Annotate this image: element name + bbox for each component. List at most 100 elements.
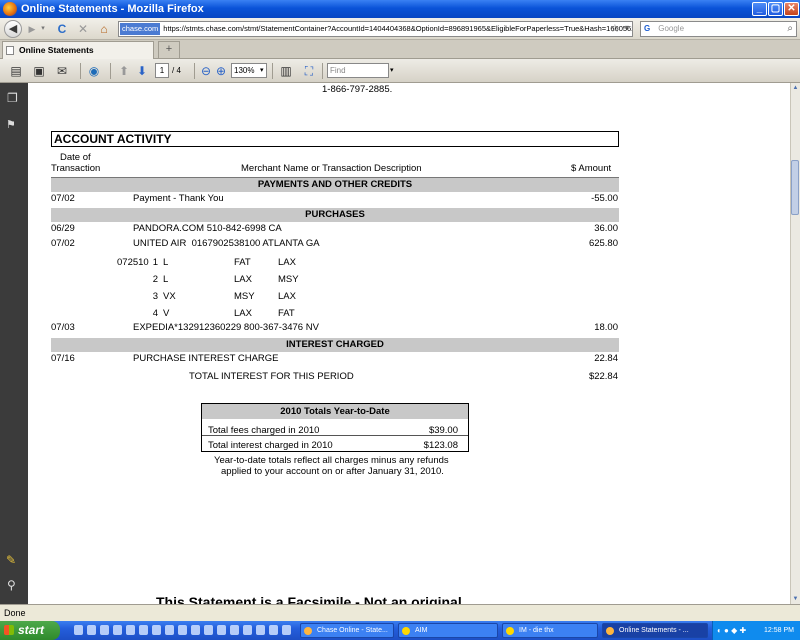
customer-service-phone: 1-866-797-2885. — [322, 84, 393, 95]
quicklaunch-icon[interactable] — [74, 625, 83, 635]
quicklaunch-icon[interactable] — [230, 625, 239, 635]
tab-online-statements[interactable]: Online Statements — [2, 41, 154, 59]
zoom-in-icon[interactable]: ⊕ — [213, 63, 229, 79]
quicklaunch-icon[interactable] — [191, 625, 200, 635]
previous-page-icon[interactable]: ⬆ — [116, 63, 132, 79]
navigation-toolbar: ◀ ▶ ▾ C ✕ ⌂ chase.com https://stmts.chase… — [0, 18, 800, 40]
quicklaunch-icon[interactable] — [139, 625, 148, 635]
flight-leg-number: 4 — [152, 308, 158, 319]
date-header-line2: Transaction — [51, 163, 101, 174]
zoom-dropdown-icon[interactable]: ▾ — [260, 66, 264, 74]
minimize-button[interactable]: _ — [752, 2, 767, 16]
quicklaunch-icon[interactable] — [282, 625, 291, 635]
quicklaunch-icon[interactable] — [269, 625, 278, 635]
share-icon[interactable]: ✉ — [54, 63, 70, 79]
purchase-amount: 18.00 — [594, 322, 618, 333]
total-interest-amount: $22.84 — [588, 371, 618, 382]
status-text: Done — [4, 608, 26, 618]
stop-button[interactable]: ✕ — [75, 21, 91, 37]
find-dropdown-icon[interactable]: ▾ — [390, 66, 394, 74]
quicklaunch-icon[interactable] — [256, 625, 265, 635]
taskbar-item-chase[interactable]: Chase Online - State... — [300, 623, 394, 638]
bookmarks-panel-icon[interactable]: ⚑ — [6, 118, 16, 131]
amount-header: $ Amount — [571, 163, 612, 174]
aim-icon — [402, 627, 410, 635]
quicklaunch-icon[interactable] — [100, 625, 109, 635]
forward-button[interactable]: ▶ — [25, 21, 39, 37]
flight-leg-from: LAX — [234, 274, 252, 285]
taskbar-item-label: Chase Online - State... — [317, 627, 388, 634]
pages-panel-icon[interactable]: ❐ — [7, 91, 18, 105]
firefox-icon — [606, 627, 614, 635]
ytd-note-line1: Year-to-date totals reflect all charges … — [214, 455, 449, 466]
quicklaunch-icon[interactable] — [243, 625, 252, 635]
flight-leg-number: 1 — [152, 257, 158, 268]
quicklaunch-icon[interactable] — [165, 625, 174, 635]
total-interest-label: TOTAL INTEREST FOR THIS PERIOD — [189, 371, 354, 382]
fit-width-icon[interactable]: ▥ — [278, 63, 294, 79]
page-icon — [6, 46, 14, 55]
purchase-amount: 36.00 — [594, 223, 618, 234]
flight-leg-to: LAX — [278, 257, 296, 268]
tray-icons[interactable]: ◐ ● ◆ ✚ — [717, 621, 746, 640]
quicklaunch-icon[interactable] — [87, 625, 96, 635]
zoom-out-icon[interactable]: ⊖ — [198, 63, 214, 79]
close-window-button[interactable]: ✕ — [784, 2, 799, 16]
flight-leg-from: MSY — [234, 291, 255, 302]
scrollbar-thumb[interactable] — [791, 160, 799, 215]
quicklaunch-icon[interactable] — [204, 625, 213, 635]
find-input[interactable]: Find — [327, 63, 389, 78]
toolbar-divider — [80, 63, 81, 79]
zoom-value: 130% — [234, 66, 255, 75]
page-number-input[interactable]: 1 — [155, 63, 169, 78]
taskbar-item-label: AIM — [415, 627, 428, 634]
scroll-down-icon[interactable]: ▼ — [791, 594, 800, 604]
search-engine-icon[interactable]: G — [644, 22, 650, 36]
search-placeholder: Google — [658, 24, 685, 33]
history-dropdown-icon[interactable]: ▾ — [39, 21, 47, 37]
scroll-up-icon[interactable]: ▲ — [791, 83, 800, 93]
comment-panel-icon[interactable]: ✎ — [6, 553, 16, 567]
quicklaunch-icon[interactable] — [113, 625, 122, 635]
pdf-document[interactable]: 1-866-797-2885. ACCOUNT ACTIVITY Date of… — [28, 83, 790, 604]
comments-icon[interactable]: ◉ — [86, 63, 102, 79]
flight-leg-to: FAT — [278, 308, 295, 319]
url-dropdown-icon[interactable]: ▾ — [625, 23, 629, 32]
search-icon[interactable]: ⌕ — [787, 22, 793, 36]
flight-leg-class: VX — [163, 291, 176, 302]
taskbar-item-aim[interactable]: AIM — [398, 623, 498, 638]
url-bar[interactable]: chase.com https://stmts.chase.com/stmt/St… — [118, 21, 633, 37]
quicklaunch-icon[interactable] — [152, 625, 161, 635]
interest-amount: 22.84 — [594, 353, 618, 364]
ytd-totals-box: 2010 Totals Year-to-Date Total fees char… — [201, 403, 469, 452]
taskbar-item-online-statements[interactable]: Online Statements - ... — [602, 623, 708, 638]
site-identity-label[interactable]: chase.com — [120, 23, 161, 35]
purchase-description: UNITED AIR 0167902538100 ATLANTA GA — [133, 238, 320, 249]
payment-amount: -55.00 — [591, 193, 618, 204]
quicklaunch-icon[interactable] — [126, 625, 135, 635]
home-button[interactable]: ⌂ — [96, 21, 112, 37]
ytd-divider — [202, 435, 468, 436]
print-icon[interactable]: ▤ — [8, 63, 24, 79]
back-button[interactable]: ◀ — [4, 20, 22, 38]
save-icon[interactable]: ▣ — [31, 63, 47, 79]
quicklaunch-icon[interactable] — [178, 625, 187, 635]
fit-page-icon[interactable]: ⛶ — [301, 63, 317, 79]
purchase-date: 07/02 — [51, 238, 75, 249]
flight-leg-from: LAX — [234, 308, 252, 319]
maximize-button[interactable]: ▢ — [768, 2, 783, 16]
bookmark-star-icon[interactable]: ☆ — [610, 22, 620, 35]
toolbar-divider — [322, 63, 323, 79]
new-tab-button[interactable]: + — [158, 41, 180, 58]
toolbar-divider — [272, 63, 273, 79]
taskbar-item-im[interactable]: IM - die thx — [502, 623, 598, 638]
attachment-icon[interactable]: ⚲ — [7, 578, 16, 592]
reload-button[interactable]: C — [54, 21, 70, 37]
status-bar: Done — [0, 604, 800, 621]
account-activity-title: ACCOUNT ACTIVITY — [51, 131, 619, 147]
quicklaunch-icon[interactable] — [217, 625, 226, 635]
search-input[interactable]: G Google ⌕ — [640, 21, 797, 37]
next-page-icon[interactable]: ⬇ — [134, 63, 150, 79]
start-button[interactable]: start — [0, 621, 60, 640]
purchase-description: PANDORA.COM 510-842-6998 CA — [133, 223, 282, 234]
